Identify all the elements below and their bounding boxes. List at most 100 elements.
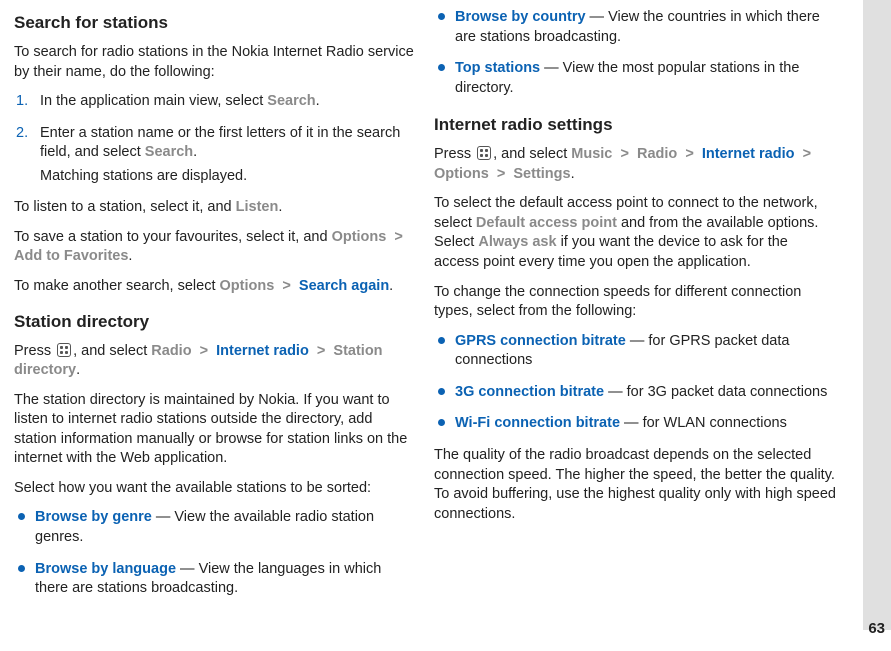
step-2-result: Matching stations are displayed. <box>40 167 416 187</box>
step-2-text-a: Enter a station name or the first letter… <box>40 125 400 161</box>
ui-browse-language: Browse by language <box>35 561 176 577</box>
ui-search-2: Search <box>145 144 193 160</box>
heading-search-stations: Search for stations <box>14 12 416 35</box>
sep <box>403 229 407 245</box>
bullet-3g-text: — for 3G packet data connections <box>604 384 827 400</box>
step-2-body: Enter a station name or the first letter… <box>40 124 416 187</box>
dir-f: . <box>76 362 80 378</box>
ui-top-stations: Top stations <box>455 60 540 76</box>
bullet-gprs: GPRS connection bitrate — for GPRS packe… <box>434 332 836 371</box>
para-quality: The quality of the radio broadcast depen… <box>434 446 836 524</box>
para-again-a: To make another search, select <box>14 278 220 294</box>
ui-options-2: Options <box>220 278 275 294</box>
dir-b: , and select <box>73 343 151 359</box>
ui-gprs-bitrate: GPRS connection bitrate <box>455 333 626 349</box>
bullet-icon <box>18 565 25 572</box>
ui-options-1: Options <box>332 229 387 245</box>
ui-music: Music <box>571 146 612 162</box>
para-settings-path: Press , and select Music > Radio > Inter… <box>434 145 836 184</box>
set-h: . <box>571 166 575 182</box>
para-again-d: . <box>389 278 393 294</box>
page-number: 63 <box>868 619 885 639</box>
sep <box>811 146 815 162</box>
para-conn-speeds: To change the connection speeds for diff… <box>434 283 836 322</box>
para-directory-info: The station directory is maintained by N… <box>14 391 416 469</box>
para-sort-intro: Select how you want the available statio… <box>14 479 416 499</box>
para-save-fav: To save a station to your favourites, se… <box>14 228 416 267</box>
bullet-country-body: Browse by country — View the countries i… <box>455 8 836 47</box>
para-default-ap: To select the default access point to co… <box>434 194 836 272</box>
sep-gt: > <box>685 146 693 162</box>
bullet-icon <box>438 419 445 426</box>
sep <box>694 146 702 162</box>
step-1-text-c: . <box>316 93 320 109</box>
para-listen-c: . <box>278 199 282 215</box>
para-search-intro: To search for radio stations in the Noki… <box>14 43 416 82</box>
bullet-top-stations: Top stations — View the most popular sta… <box>434 59 836 98</box>
ui-settings: Settings <box>513 166 570 182</box>
step-2-text-c: . <box>193 144 197 160</box>
para-listen: To listen to a station, select it, and L… <box>14 198 416 218</box>
sep <box>291 278 299 294</box>
ui-wifi-bitrate: Wi-Fi connection bitrate <box>455 415 620 431</box>
step-1-body: In the application main view, select Sea… <box>40 92 416 112</box>
dir-a: Press <box>14 343 55 359</box>
bullet-3g-body: 3G connection bitrate — for 3G packet da… <box>455 383 836 403</box>
ui-add-favorites: Add to Favorites <box>14 248 128 264</box>
ui-internet-radio-2: Internet radio <box>702 146 795 162</box>
sep <box>309 343 317 359</box>
bullet-icon <box>438 64 445 71</box>
sep <box>629 146 637 162</box>
heading-radio-settings: Internet radio settings <box>434 114 836 137</box>
bullet-wifi-text: — for WLAN connections <box>620 415 787 431</box>
right-column: Browse by country — View the countries i… <box>434 8 836 603</box>
bullet-3g: 3G connection bitrate — for 3G packet da… <box>434 383 836 403</box>
step-2: 2. Enter a station name or the first let… <box>14 124 416 187</box>
heading-station-directory: Station directory <box>14 311 416 334</box>
left-column: Search for stations To search for radio … <box>14 8 416 603</box>
sep <box>208 343 216 359</box>
ui-search-again: Search again <box>299 278 389 294</box>
para-save-a: To save a station to your favourites, se… <box>14 229 332 245</box>
para-directory-path: Press , and select Radio > Internet radi… <box>14 342 416 381</box>
step-1-number: 1. <box>16 92 32 112</box>
ui-radio: Radio <box>151 343 191 359</box>
sep-gt: > <box>803 146 811 162</box>
menu-icon <box>57 343 71 357</box>
ui-3g-bitrate: 3G connection bitrate <box>455 384 604 400</box>
side-tab-label: Music folder <box>887 62 891 162</box>
bullet-country: Browse by country — View the countries i… <box>434 8 836 47</box>
para-search-again: To make another search, select Options >… <box>14 277 416 297</box>
step-1: 1. In the application main view, select … <box>14 92 416 112</box>
sep-gt: > <box>620 146 628 162</box>
sep-gt: > <box>394 229 402 245</box>
set-b: , and select <box>493 146 571 162</box>
para-save-d: . <box>128 248 132 264</box>
ui-always-ask: Always ask <box>478 234 556 250</box>
ui-radio-2: Radio <box>637 146 677 162</box>
ui-internet-radio: Internet radio <box>216 343 309 359</box>
bullet-wifi-body: Wi-Fi connection bitrate — for WLAN conn… <box>455 414 836 434</box>
page-content: Search for stations To search for radio … <box>0 0 891 611</box>
bullet-language: Browse by language — View the languages … <box>14 560 416 599</box>
bullet-wifi: Wi-Fi connection bitrate — for WLAN conn… <box>434 414 836 434</box>
sep <box>489 166 497 182</box>
bullet-icon <box>438 337 445 344</box>
ui-options-3: Options <box>434 166 489 182</box>
ui-search-1: Search <box>267 93 315 109</box>
ui-browse-country: Browse by country <box>455 9 586 25</box>
step-2-number: 2. <box>16 124 32 187</box>
bullet-genre-body: Browse by genre — View the available rad… <box>35 508 416 547</box>
bullet-language-body: Browse by language — View the languages … <box>35 560 416 599</box>
sep <box>795 146 803 162</box>
sep-gt: > <box>282 278 290 294</box>
step-1-text-a: In the application main view, select <box>40 93 267 109</box>
sep-gt: > <box>200 343 208 359</box>
bullet-icon <box>438 388 445 395</box>
menu-icon <box>477 146 491 160</box>
sep <box>192 343 200 359</box>
bullet-genre: Browse by genre — View the available rad… <box>14 508 416 547</box>
bullet-gprs-body: GPRS connection bitrate — for GPRS packe… <box>455 332 836 371</box>
set-a: Press <box>434 146 475 162</box>
bullet-top-body: Top stations — View the most popular sta… <box>455 59 836 98</box>
